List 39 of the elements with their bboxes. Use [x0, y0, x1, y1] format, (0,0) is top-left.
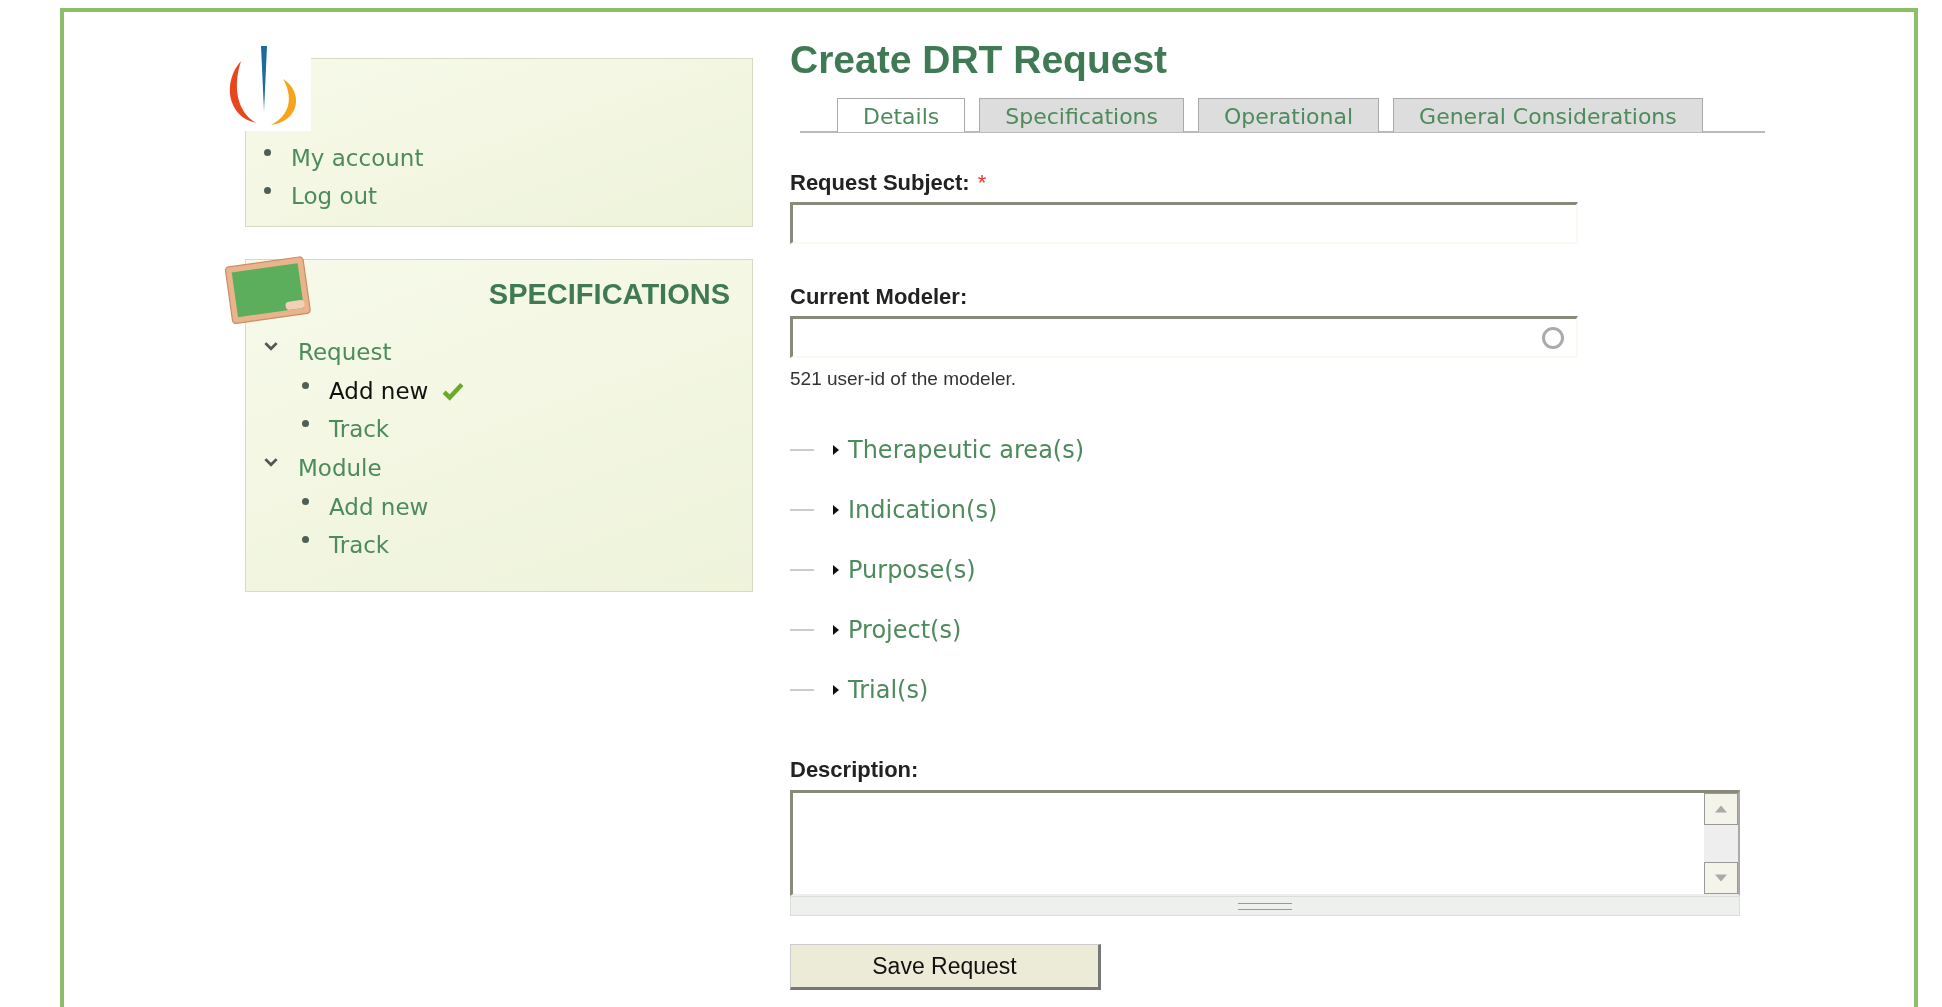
nav-group-link[interactable]: Module — [298, 455, 382, 481]
section-toggle-link[interactable]: Trial(s) — [848, 676, 929, 704]
nav-item-link[interactable]: Add new — [329, 494, 429, 520]
section-toggle-link[interactable]: Purpose(s) — [848, 556, 976, 584]
text-area[interactable] — [790, 790, 1740, 896]
bullet-icon — [302, 419, 309, 427]
autocomplete-field[interactable] — [790, 316, 1578, 358]
bullet-icon — [302, 535, 309, 543]
tab[interactable]: Specifications — [979, 98, 1184, 132]
nav-item-link[interactable]: Add new — [329, 378, 429, 404]
nav-item-link[interactable]: Track — [329, 532, 390, 558]
resize-grip[interactable] — [790, 896, 1740, 916]
scroll-up-icon[interactable] — [1715, 805, 1727, 813]
section-toggle-link[interactable]: Project(s) — [848, 616, 962, 644]
scroll-down-icon[interactable] — [1715, 874, 1727, 882]
user-menu-link[interactable]: Log out — [291, 183, 378, 209]
field-label: Current Modeler: — [790, 284, 968, 309]
required-mark: * — [977, 170, 987, 195]
section-toggle-link[interactable]: Therapeutic area(s) — [848, 436, 1085, 464]
section-toggle-link[interactable]: Indication(s) — [848, 496, 998, 524]
scrollbar[interactable] — [1704, 793, 1738, 894]
tab[interactable]: Details — [837, 98, 966, 132]
nav-group-link[interactable]: Request — [298, 339, 392, 365]
tab[interactable]: Operational — [1198, 98, 1380, 132]
user-menu-link[interactable]: My account — [291, 145, 424, 171]
help-text: 521 user-id of the modeler. — [790, 368, 1018, 390]
bullet-icon — [264, 186, 271, 194]
bullet-icon — [264, 148, 271, 156]
checkmark-icon — [442, 381, 465, 401]
bullet-icon — [302, 381, 309, 389]
field-label: Request Subject: — [790, 170, 970, 195]
field-label: Description: — [790, 757, 919, 782]
nav-title: SPECIFICATIONS — [487, 277, 731, 312]
input-field[interactable] — [790, 202, 1578, 244]
save-button[interactable]: Save Request — [790, 944, 1101, 990]
bullet-icon — [302, 497, 309, 505]
tab[interactable]: General Considerations — [1393, 98, 1703, 132]
nav-item-link[interactable]: Track — [329, 416, 390, 442]
page-title: Create DRT Request — [790, 38, 1169, 83]
